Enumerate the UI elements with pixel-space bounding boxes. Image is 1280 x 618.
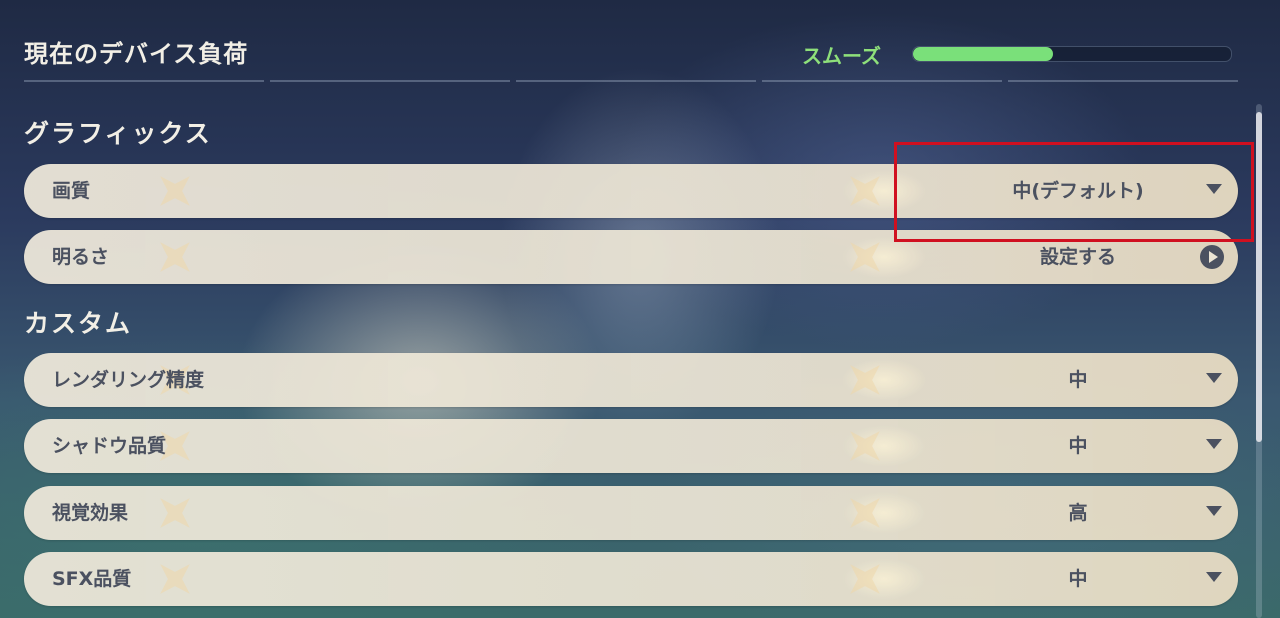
setting-value[interactable]: 中 bbox=[1068, 552, 1087, 606]
decorative-star-icon bbox=[835, 350, 894, 409]
scrollbar[interactable] bbox=[1256, 104, 1262, 618]
setting-label: 視覚効果 bbox=[52, 502, 129, 524]
setting-label: 画質 bbox=[52, 180, 91, 202]
decorative-star-icon bbox=[145, 161, 204, 220]
setting-row-shadow-quality[interactable]: シャドウ品質 中 bbox=[24, 419, 1238, 473]
decorative-star-icon bbox=[145, 227, 204, 286]
setting-value[interactable]: 高 bbox=[1068, 486, 1087, 540]
chevron-down-icon[interactable] bbox=[1206, 373, 1222, 383]
decorative-star-icon bbox=[835, 416, 894, 475]
decorative-star-icon bbox=[835, 549, 894, 608]
section-title-custom: カスタム bbox=[24, 309, 133, 338]
chevron-down-icon[interactable] bbox=[1206, 572, 1222, 582]
setting-row-sfx-quality[interactable]: SFX品質 中 bbox=[24, 552, 1238, 606]
setting-row-visual-effects[interactable]: 視覚効果 高 bbox=[24, 486, 1238, 540]
highlight-box bbox=[894, 142, 1254, 242]
decorative-star-icon bbox=[835, 227, 894, 286]
decorative-star-icon bbox=[835, 483, 894, 542]
decorative-star-icon bbox=[145, 549, 204, 608]
arrow-right-circle-icon[interactable] bbox=[1200, 245, 1224, 269]
setting-label: レンダリング精度 bbox=[52, 369, 205, 391]
setting-value[interactable]: 中 bbox=[1068, 353, 1087, 407]
scrollbar-thumb[interactable] bbox=[1256, 112, 1262, 442]
section-title-graphics: グラフィックス bbox=[24, 119, 212, 148]
setting-row-render-precision[interactable]: レンダリング精度 中 bbox=[24, 353, 1238, 407]
device-load-bar bbox=[912, 46, 1232, 62]
decorative-star-icon bbox=[145, 483, 204, 542]
setting-label: 明るさ bbox=[52, 246, 110, 268]
setting-label: SFX品質 bbox=[52, 568, 132, 590]
decorative-star-icon bbox=[835, 161, 894, 220]
device-load-title: 現在のデバイス負荷 bbox=[24, 40, 249, 68]
header-divider bbox=[24, 80, 1238, 82]
setting-label: シャドウ品質 bbox=[52, 435, 167, 457]
setting-value[interactable]: 中 bbox=[1068, 419, 1087, 473]
chevron-down-icon[interactable] bbox=[1206, 506, 1222, 516]
chevron-down-icon[interactable] bbox=[1206, 439, 1222, 449]
load-status-text: スムーズ bbox=[802, 44, 881, 68]
device-load-fill bbox=[913, 47, 1053, 61]
